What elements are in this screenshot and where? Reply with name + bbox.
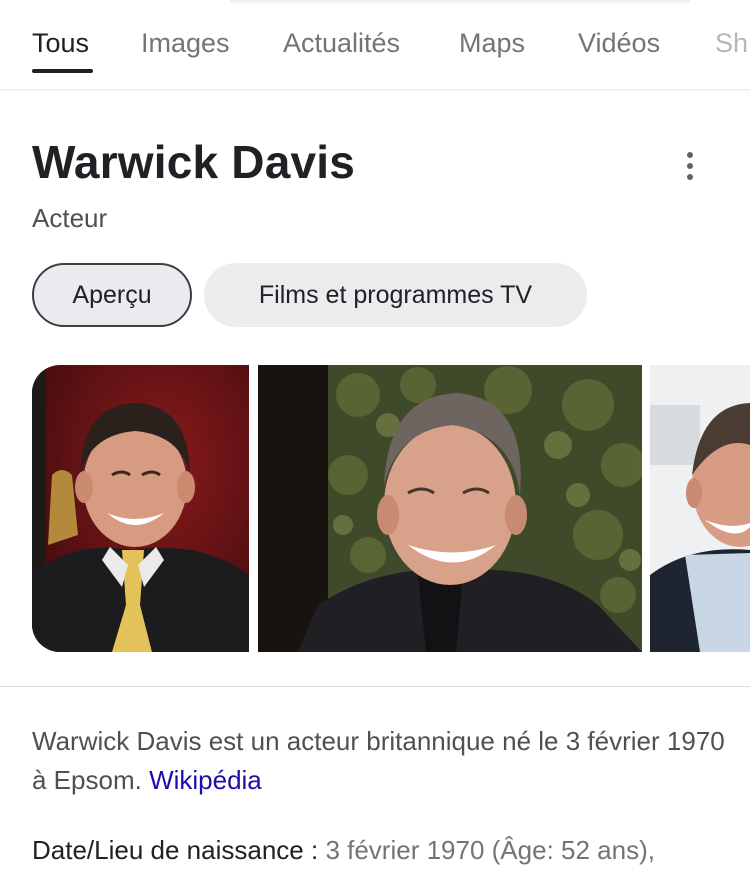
active-tab-indicator [32, 69, 93, 73]
tab-news[interactable]: Actualités [283, 28, 400, 59]
tab-all[interactable]: Tous [32, 28, 89, 59]
entity-photo-2[interactable] [258, 365, 642, 652]
search-tabs-bar: Tous Images Actualités Maps Vidéos Sh [0, 0, 750, 90]
section-divider [0, 686, 750, 687]
description-text: Warwick Davis est un acteur britannique … [32, 726, 725, 795]
fact-value[interactable]: 3 février 1970 (Âge: 52 ans), [325, 835, 655, 865]
entity-subtitle: Acteur [32, 203, 108, 233]
tab-maps[interactable]: Maps [459, 28, 525, 59]
more-vert-icon[interactable] [678, 148, 702, 184]
entity-photo-3[interactable] [650, 365, 750, 652]
entity-title: Warwick Davis [32, 136, 356, 188]
search-bar-shadow [230, 0, 690, 4]
chip-overview[interactable]: Aperçu [32, 263, 192, 327]
fact-birth: Date/Lieu de naissance : 3 février 1970 … [32, 835, 655, 866]
wikipedia-link[interactable]: Wikipédia [149, 765, 262, 795]
tab-videos[interactable]: Vidéos [578, 28, 660, 59]
chip-films-tv[interactable]: Films et programmes TV [204, 263, 587, 327]
fact-label: Date/Lieu de naissance : [32, 835, 319, 865]
entity-photo-1[interactable] [32, 365, 249, 652]
tab-shopping[interactable]: Sh [715, 28, 748, 59]
tab-images[interactable]: Images [141, 28, 230, 59]
entity-description: Warwick Davis est un acteur britannique … [32, 722, 732, 800]
